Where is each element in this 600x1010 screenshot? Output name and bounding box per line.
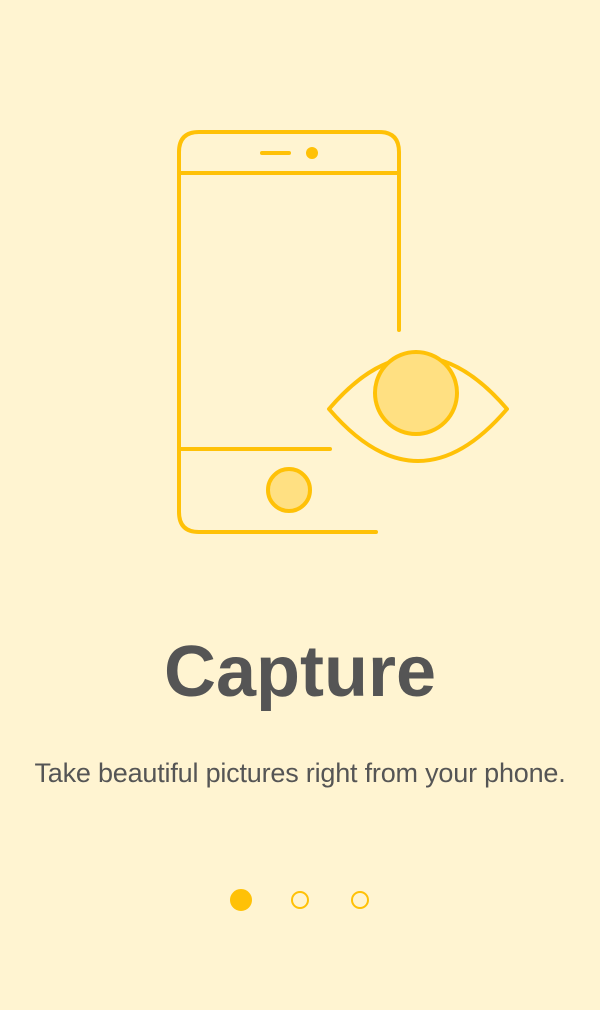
page-indicator: [0, 889, 600, 914]
onboarding-screen: Capture Take beautiful pictures right fr…: [0, 0, 600, 1010]
page-dot-2[interactable]: [291, 891, 309, 909]
page-subtitle: Take beautiful pictures right from your …: [34, 758, 566, 788]
camera-dot: [306, 147, 318, 159]
page-dot-1[interactable]: [230, 889, 252, 911]
home-button-icon: [266, 467, 312, 513]
capture-illustration: [177, 130, 509, 534]
page-title: Capture: [163, 632, 437, 712]
page-dot-3[interactable]: [351, 891, 369, 909]
eye-icon: [327, 350, 509, 463]
